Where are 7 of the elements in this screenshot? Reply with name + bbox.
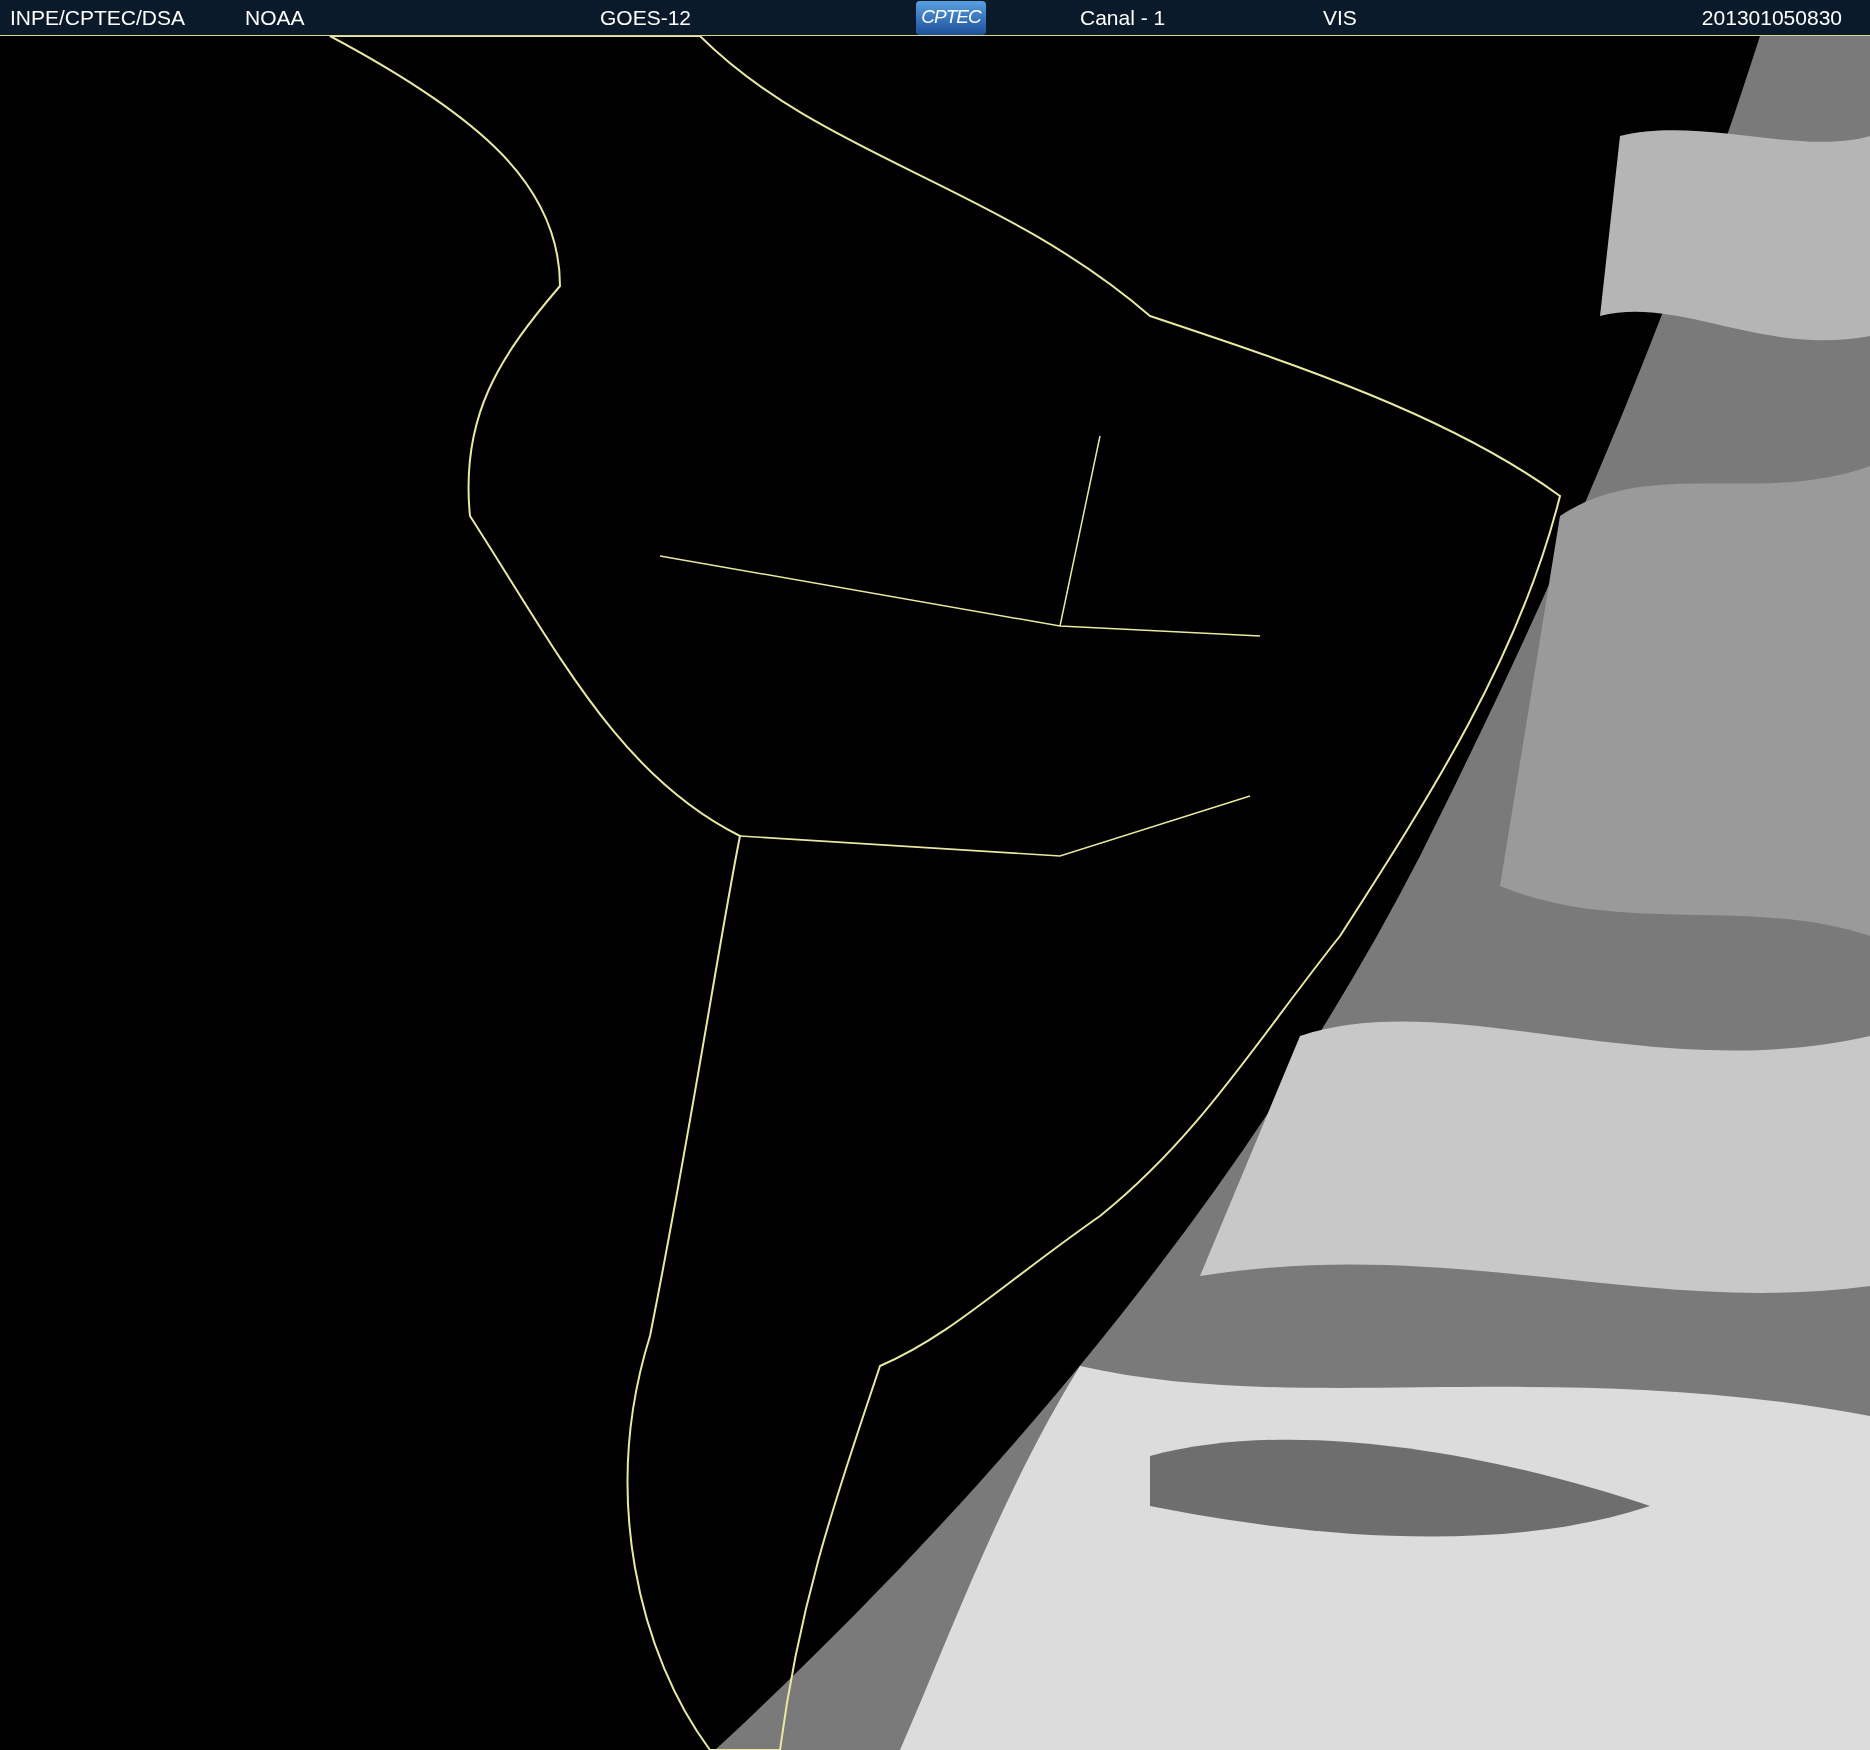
header-label: 201301050830	[1701, 4, 1842, 31]
agency-logo: CPTEC	[916, 0, 986, 35]
header-label: GOES-12	[600, 4, 692, 31]
header-label: NOAA	[245, 4, 305, 31]
header-label: VIS	[1323, 4, 1357, 31]
header-label: Canal - 1	[1080, 4, 1166, 31]
header-label: INPE/CPTEC/DSA	[10, 4, 186, 31]
